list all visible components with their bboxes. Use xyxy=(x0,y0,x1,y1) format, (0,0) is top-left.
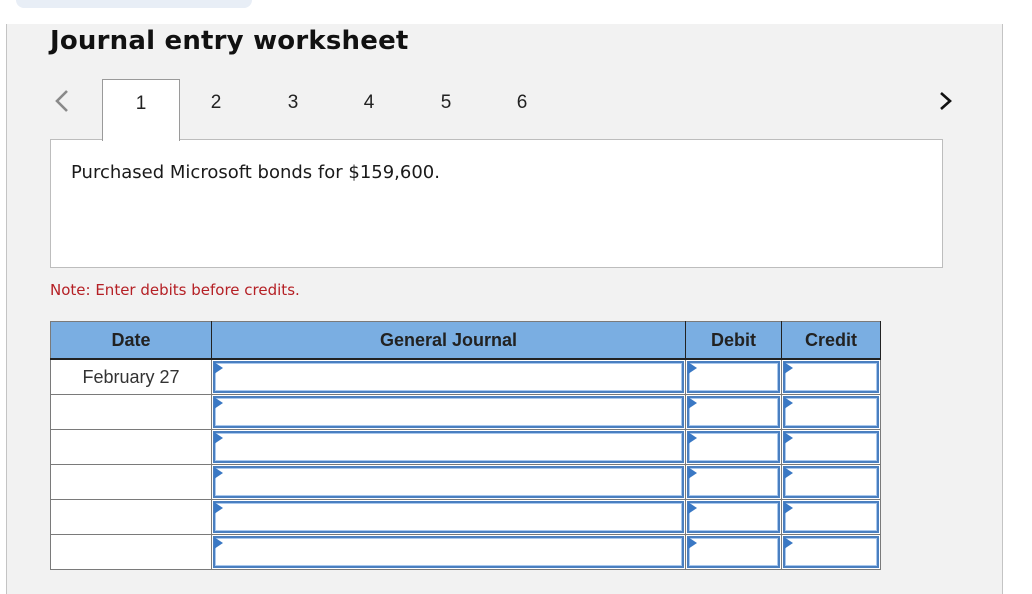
dropdown-indicator-icon xyxy=(688,432,697,444)
chevron-right-icon xyxy=(936,86,956,116)
top-tab-strip xyxy=(16,0,252,8)
dropdown-indicator-icon xyxy=(784,397,793,409)
debit-input[interactable] xyxy=(687,501,780,533)
account-cell[interactable] xyxy=(211,464,686,500)
dropdown-indicator-icon xyxy=(214,537,223,549)
account-input[interactable] xyxy=(213,431,684,463)
table-row xyxy=(50,499,881,535)
dropdown-indicator-icon xyxy=(214,362,223,374)
dropdown-indicator-icon xyxy=(688,362,697,374)
credit-input[interactable] xyxy=(783,501,879,533)
date-cell: February 27 xyxy=(50,358,212,395)
credit-cell[interactable] xyxy=(781,499,881,535)
dropdown-indicator-icon xyxy=(784,537,793,549)
table-header-row: Date General Journal Debit Credit xyxy=(50,321,881,360)
dropdown-indicator-icon xyxy=(784,467,793,479)
tab-label: 2 xyxy=(210,92,222,113)
date-cell xyxy=(50,534,212,570)
debit-input[interactable] xyxy=(687,536,780,568)
next-button[interactable] xyxy=(936,86,956,116)
date-cell xyxy=(50,499,212,535)
dropdown-indicator-icon xyxy=(688,397,697,409)
tab-label: 3 xyxy=(287,92,299,113)
credit-cell[interactable] xyxy=(781,464,881,500)
dropdown-indicator-icon xyxy=(214,502,223,514)
tab-4[interactable]: 4 xyxy=(331,79,407,141)
note-text: Note: Enter debits before credits. xyxy=(50,281,300,299)
page-title: Journal entry worksheet xyxy=(50,26,409,56)
table-row xyxy=(50,394,881,430)
credit-input[interactable] xyxy=(783,361,879,393)
debit-cell[interactable] xyxy=(685,358,782,395)
dropdown-indicator-icon xyxy=(214,432,223,444)
tab-6[interactable]: 6 xyxy=(484,79,560,141)
dropdown-indicator-icon xyxy=(688,502,697,514)
account-input[interactable] xyxy=(213,536,684,568)
account-input[interactable] xyxy=(213,466,684,498)
debit-cell[interactable] xyxy=(685,464,782,500)
debit-cell[interactable] xyxy=(685,499,782,535)
account-cell[interactable] xyxy=(211,358,686,395)
table-row xyxy=(50,429,881,465)
debit-input[interactable] xyxy=(687,361,780,393)
tab-1[interactable]: 1 xyxy=(102,79,180,141)
dropdown-indicator-icon xyxy=(214,397,223,409)
dropdown-indicator-icon xyxy=(214,467,223,479)
header-general-journal: General Journal xyxy=(211,321,686,360)
debit-input[interactable] xyxy=(687,466,780,498)
account-cell[interactable] xyxy=(211,534,686,570)
dropdown-indicator-icon xyxy=(784,502,793,514)
tab-label: 4 xyxy=(363,92,375,113)
date-cell xyxy=(50,429,212,465)
credit-input[interactable] xyxy=(783,536,879,568)
header-date: Date xyxy=(50,321,212,360)
table-row xyxy=(50,534,881,570)
header-debit: Debit xyxy=(685,321,782,360)
table-row: February 27 xyxy=(50,358,881,395)
credit-input[interactable] xyxy=(783,396,879,428)
account-input[interactable] xyxy=(213,361,684,393)
transaction-description: Purchased Microsoft bonds for $159,600. xyxy=(71,162,440,183)
debit-cell[interactable] xyxy=(685,429,782,465)
tab-5[interactable]: 5 xyxy=(408,79,484,141)
transaction-description-box: Purchased Microsoft bonds for $159,600. xyxy=(50,139,943,268)
account-cell[interactable] xyxy=(211,499,686,535)
prev-button[interactable] xyxy=(52,86,72,116)
debit-input[interactable] xyxy=(687,396,780,428)
debit-input[interactable] xyxy=(687,431,780,463)
debit-cell[interactable] xyxy=(685,394,782,430)
dropdown-indicator-icon xyxy=(688,537,697,549)
tab-label: 1 xyxy=(135,93,147,114)
dropdown-indicator-icon xyxy=(688,467,697,479)
credit-input[interactable] xyxy=(783,466,879,498)
journal-table: Date General Journal Debit Credit Februa… xyxy=(50,321,881,570)
dropdown-indicator-icon xyxy=(784,432,793,444)
credit-cell[interactable] xyxy=(781,429,881,465)
credit-cell[interactable] xyxy=(781,358,881,395)
debit-cell[interactable] xyxy=(685,534,782,570)
account-input[interactable] xyxy=(213,501,684,533)
credit-cell[interactable] xyxy=(781,534,881,570)
date-cell xyxy=(50,464,212,500)
dropdown-indicator-icon xyxy=(784,362,793,374)
credit-input[interactable] xyxy=(783,431,879,463)
tab-2[interactable]: 2 xyxy=(178,79,254,141)
table-row xyxy=(50,464,881,500)
account-cell[interactable] xyxy=(211,429,686,465)
credit-cell[interactable] xyxy=(781,394,881,430)
account-cell[interactable] xyxy=(211,394,686,430)
tab-label: 6 xyxy=(516,92,528,113)
account-input[interactable] xyxy=(213,396,684,428)
date-cell xyxy=(50,394,212,430)
tab-3[interactable]: 3 xyxy=(255,79,331,141)
header-credit: Credit xyxy=(781,321,881,360)
tab-label: 5 xyxy=(440,92,452,113)
chevron-left-icon xyxy=(52,86,72,116)
